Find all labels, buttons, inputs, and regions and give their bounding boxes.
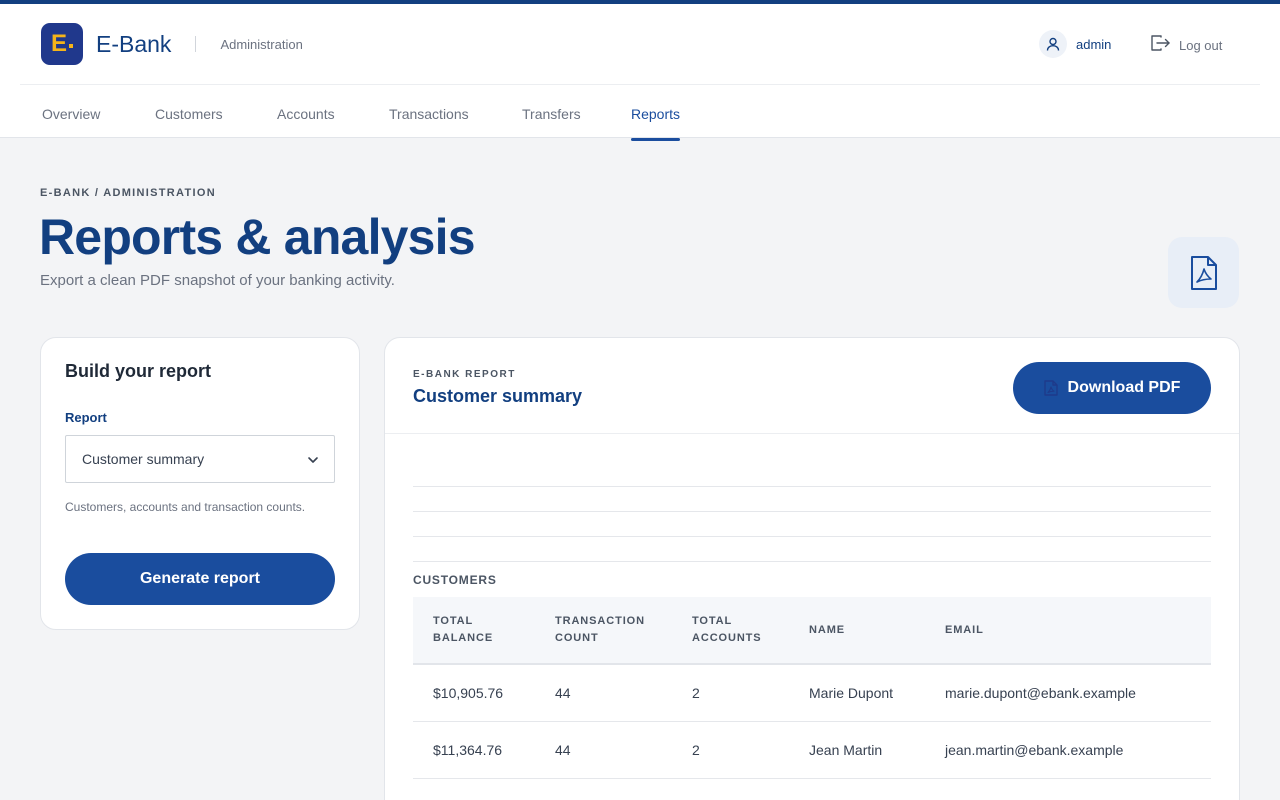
page-subtitle: Export a clean PDF snapshot of your bank… [40,272,395,289]
chevron-down-icon [306,453,320,472]
table-row[interactable]: $11,364.76 44 2 Jean Martin jean.martin@… [413,722,1211,779]
top-header: E E-Bank Administration admin Log out Ov… [0,0,1280,141]
breadcrumb: E-BANK / ADMINISTRATION [40,187,216,199]
nav-tab-accounts[interactable]: Accounts [277,85,389,141]
col-header-transaction-count[interactable]: TRANSACTION COUNT [555,613,660,647]
report-builder-panel: Build your report Report Customer summar… [40,337,360,630]
table-row[interactable]: $10,905.76 44 2 Marie Dupont marie.dupon… [413,665,1211,722]
nav-tab-transactions[interactable]: Transactions [389,85,522,141]
cell-total-balance: $10,905.76 [433,685,504,701]
cell-total-accounts: 2 [692,685,700,701]
col-header-total-balance[interactable]: TOTAL BALANCE [433,613,513,647]
cell-email: jean.martin@ebank.example [945,742,1124,758]
report-select[interactable]: Customer summary [65,435,335,483]
col-header-name[interactable]: NAME [809,622,845,639]
generate-report-button[interactable]: Generate report [65,553,335,605]
logout-icon [1150,34,1170,57]
divider-line [413,511,1211,512]
nav-tab-customers[interactable]: Customers [155,85,277,141]
bank-logo: E [41,23,83,65]
cell-transaction-count: 44 [555,685,571,701]
cell-total-accounts: 2 [692,742,700,758]
divider-line [413,536,1211,537]
divider-line [413,486,1211,487]
download-pdf-label: Download PDF [1067,379,1181,396]
brand-separator [195,36,197,52]
col-header-email[interactable]: EMAIL [945,622,984,639]
cell-name: Jean Martin [809,742,883,758]
download-pdf-button[interactable]: Download PDF [1013,362,1211,414]
main-nav: Overview Customers Accounts Transactions… [42,85,681,141]
report-label: Report [65,410,107,425]
customers-table-header: TOTAL BALANCE TRANSACTION COUNT TOTAL AC… [413,597,1211,665]
preview-header-divider [385,433,1239,434]
col-header-total-accounts[interactable]: TOTAL ACCOUNTS [692,613,782,647]
pdf-file-icon [1168,237,1239,308]
cell-transaction-count: 44 [555,742,571,758]
divider-line [413,561,1211,562]
builder-title: Build your report [65,361,212,381]
user-name: admin [1076,36,1112,52]
user-menu[interactable]: admin [1039,30,1111,58]
pdf-icon [1043,380,1058,396]
brand-section: Administration [220,36,303,52]
nav-tab-reports[interactable]: Reports [631,85,681,141]
user-icon [1039,30,1067,58]
report-description: Customers, accounts and transaction coun… [65,500,306,514]
brand-name: E-Bank [96,30,172,57]
logout-button[interactable]: Log out [1150,34,1222,57]
cell-email: marie.dupont@ebank.example [945,685,1136,701]
page-title: Reports & analysis [39,209,476,265]
logout-label: Log out [1179,38,1223,53]
report-title: Customer summary [413,386,583,406]
cell-name: Marie Dupont [809,685,894,701]
logo-letter: E [50,30,67,57]
cell-total-balance: $11,364.76 [433,742,503,758]
report-kicker: E-BANK REPORT [413,369,516,380]
report-preview-panel: E-BANK REPORT Customer summary Download … [384,337,1240,800]
nav-tab-transfers[interactable]: Transfers [522,85,631,141]
customers-section-label: CUSTOMERS [413,573,497,587]
nav-tab-overview[interactable]: Overview [42,85,155,141]
report-select-value: Customer summary [82,451,205,467]
brand[interactable]: E E-Bank Administration [41,23,303,65]
